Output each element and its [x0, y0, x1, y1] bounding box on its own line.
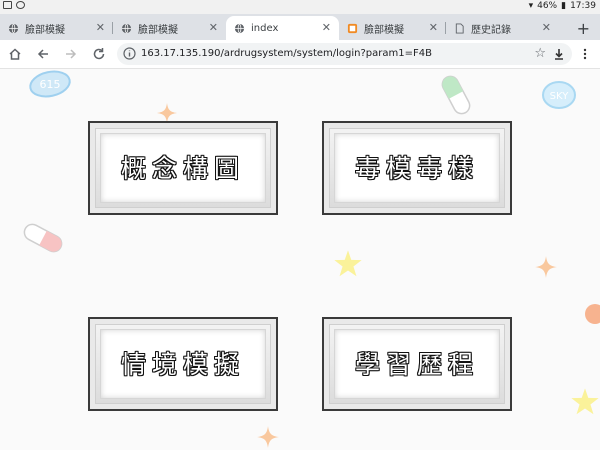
new-tab-icon[interactable]: + [577, 19, 590, 38]
close-icon[interactable]: ✕ [322, 21, 331, 34]
back-arrow-icon [37, 49, 48, 59]
home-icon [9, 48, 21, 60]
button-label: 情境模擬 [120, 350, 245, 379]
svg-text:SKY: SKY [550, 91, 570, 102]
url-text: 163.17.135.190/ardrugsystem/system/login… [141, 48, 432, 59]
close-icon[interactable]: ✕ [96, 21, 105, 34]
more-vert-icon [583, 48, 587, 60]
globe-icon [121, 23, 132, 33]
app-favicon-icon [347, 23, 358, 33]
button-label: 毒模毒樣 [354, 154, 479, 183]
close-icon[interactable]: ✕ [542, 21, 551, 34]
battery-icon: ▮ [561, 1, 567, 11]
info-icon[interactable] [123, 47, 136, 60]
menu-button[interactable] [576, 45, 594, 63]
browser-toolbar: 163.17.135.190/ardrugsystem/system/login… [0, 40, 600, 69]
concept-map-button[interactable]: 概念構圖 [88, 121, 278, 215]
tab-5[interactable]: 歷史記錄 ✕ [446, 16, 559, 40]
button-label: 概念構圖 [120, 154, 245, 183]
forward-arrow-icon [66, 49, 77, 59]
reload-icon [93, 48, 105, 60]
pill-decoration-icon: SKY [542, 81, 576, 109]
signal-icon: ▾ [528, 1, 534, 11]
notification-icon [16, 1, 25, 9]
drug-models-button[interactable]: 毒模毒樣 [322, 121, 512, 215]
star-decoration-icon [571, 388, 599, 415]
tab-3-active[interactable]: index ✕ [226, 16, 339, 40]
capsule-decoration-icon [23, 223, 63, 253]
document-icon [455, 22, 464, 34]
forward-button[interactable] [62, 45, 80, 63]
tab-label: 臉部模擬 [138, 24, 178, 36]
tab-label: index [251, 22, 279, 34]
star-decoration-icon [535, 256, 557, 278]
star-decoration-icon [257, 426, 279, 448]
page-content: 615 SKY 概念構圖 毒模毒樣 情境模擬 學習歷程 [0, 69, 600, 450]
tab-strip: 臉部模擬 ✕ 臉部模擬 ✕ index ✕ 臉部模擬 ✕ 歷史記錄 ✕ + [0, 14, 600, 40]
download-button[interactable] [550, 45, 568, 63]
tab-1[interactable]: 臉部模擬 ✕ [0, 16, 113, 40]
tab-label: 臉部模擬 [364, 24, 404, 36]
button-label: 學習歷程 [354, 350, 479, 379]
clock: 17:39 [570, 1, 596, 11]
screenshot-icon [3, 1, 12, 9]
svg-text:615: 615 [40, 78, 61, 91]
close-icon[interactable]: ✕ [209, 21, 218, 34]
tab-label: 歷史記錄 [471, 24, 511, 36]
close-icon[interactable]: ✕ [429, 21, 438, 34]
home-button[interactable] [6, 45, 24, 63]
download-icon [555, 49, 563, 60]
battery-percent: 46% [537, 1, 558, 11]
pill-decoration-icon [585, 304, 600, 324]
tab-2[interactable]: 臉部模擬 ✕ [113, 16, 226, 40]
pill-decoration-icon: 615 [29, 70, 71, 98]
bookmark-star-icon[interactable]: ☆ [534, 46, 546, 61]
tab-4[interactable]: 臉部模擬 ✕ [339, 16, 446, 40]
scenario-simulation-button[interactable]: 情境模擬 [88, 317, 278, 411]
address-bar[interactable]: 163.17.135.190/ardrugsystem/system/login… [117, 43, 572, 65]
status-bar: ▾ 46% ▮ 17:39 [0, 0, 600, 14]
reload-button[interactable] [90, 45, 108, 63]
tab-label: 臉部模擬 [25, 24, 65, 36]
star-decoration-icon [334, 250, 362, 277]
globe-icon [8, 23, 19, 33]
back-button[interactable] [34, 45, 52, 63]
globe-icon [234, 23, 245, 33]
capsule-decoration-icon [441, 75, 471, 115]
learning-history-button[interactable]: 學習歷程 [322, 317, 512, 411]
